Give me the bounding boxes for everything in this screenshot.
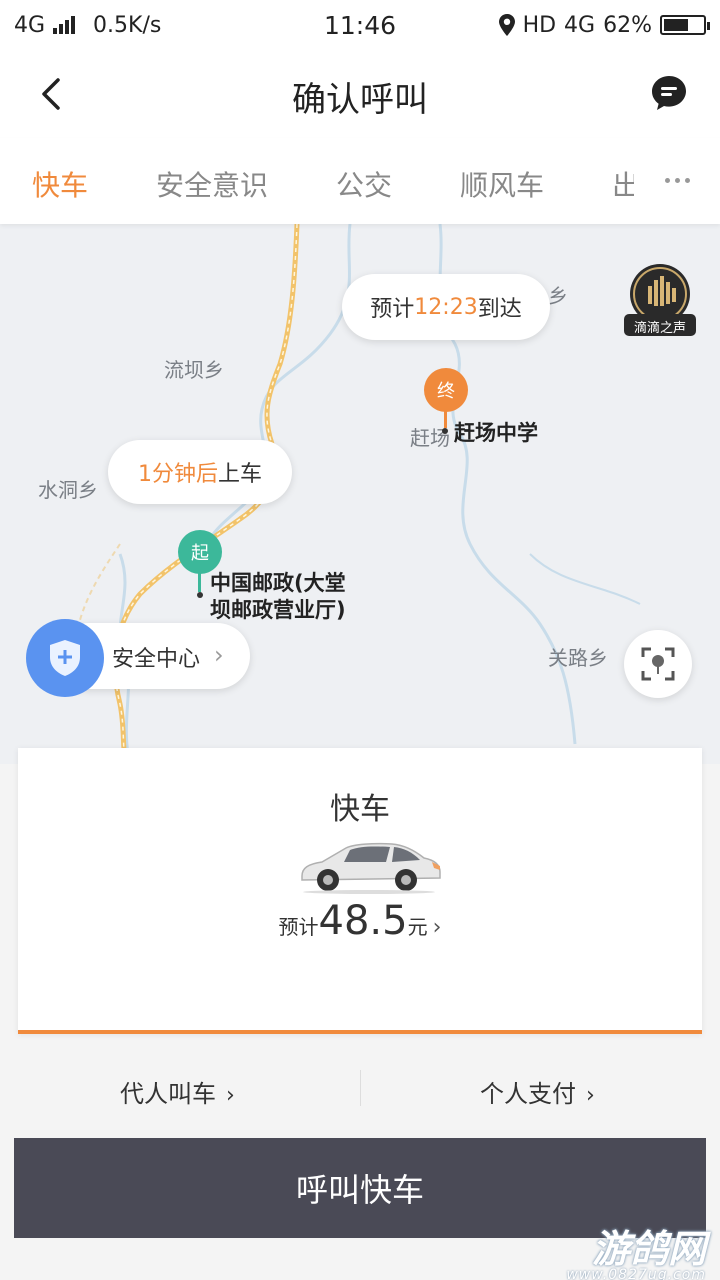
price-estimate[interactable]: 预计48.5元 › (18, 898, 702, 944)
safety-center-label: 安全中心 (112, 647, 201, 672)
service-tabs: 快车 安全意识 公交 顺风车 出 (0, 138, 720, 224)
end-pin-dot (442, 428, 448, 434)
payment-label: 个人支付 (480, 1080, 576, 1108)
end-pin-stem (444, 410, 447, 428)
tab-taxi[interactable]: 出 (612, 164, 634, 204)
signal-icon (53, 16, 76, 34)
page-title: 确认呼叫 (292, 80, 428, 120)
shield-icon (26, 619, 104, 697)
eta-prefix: 预计 (370, 297, 415, 322)
tab-safety-awareness[interactable]: 安全意识 (156, 164, 268, 204)
map-label-shuidong: 水洞乡 (38, 478, 98, 502)
message-icon[interactable] (650, 74, 688, 112)
pickup-bubble: 1分钟后 上车 (108, 440, 292, 504)
watermark-title: 游鸽网 (591, 1227, 706, 1271)
map-label-xiang: 乡 (548, 284, 568, 308)
network-type-right: 4G (564, 12, 596, 38)
title-bar: 确认呼叫 (0, 50, 720, 138)
start-place-name: 中国邮政(大堂 坝邮政营业厅) (210, 570, 346, 624)
chevron-right-icon: › (226, 1083, 235, 1108)
eta-bubble: 预计 12:23 到达 (342, 274, 550, 340)
status-bar: 4G 0.5K/s 11:46 HD 4G 62% (0, 0, 720, 50)
start-place-line1: 中国邮政(大堂 (210, 571, 346, 595)
locate-button[interactable] (624, 630, 692, 698)
chevron-right-icon: › (586, 1083, 595, 1108)
car-type-label: 快车 (330, 792, 390, 827)
clock: 11:46 (323, 10, 397, 40)
end-pin: 终 (424, 368, 468, 412)
proxy-call-option[interactable]: 代人叫车 › (120, 1074, 235, 1109)
options-divider (360, 1070, 361, 1106)
eta-time: 12:23 (414, 294, 478, 320)
car-icon (301, 842, 441, 894)
locate-icon (641, 647, 675, 681)
price-unit: 元 (407, 915, 428, 939)
battery-icon (660, 15, 710, 35)
start-pin-dot (197, 592, 203, 598)
location-icon (498, 14, 515, 36)
watermark: 游鸽网 www.0827ug.com (566, 1218, 706, 1280)
ride-options: 代人叫车 › 个人支付 › (0, 1060, 720, 1120)
more-icon[interactable] (665, 178, 690, 183)
ride-option-card[interactable]: 快车 预计48.5元 › (18, 748, 702, 1034)
start-pin-stem (198, 572, 201, 592)
chevron-right-icon: › (214, 641, 224, 669)
chevron-right-icon: › (432, 915, 442, 940)
tab-express[interactable]: 快车 (32, 164, 88, 204)
price-value: 48.5 (318, 898, 408, 944)
safety-center-button[interactable]: 安全中心 › (26, 619, 250, 697)
tab-carpool[interactable]: 顺风车 (460, 164, 544, 204)
map-view[interactable]: 流坝乡 水洞乡 关路乡 乡 赶场 预计 12:23 到达 终 赶场中学 1分钟后 上车… (0, 224, 720, 764)
voice-badge-label: 滴滴之声 (633, 321, 686, 336)
proxy-call-label: 代人叫车 (120, 1080, 216, 1108)
didi-voice-badge[interactable]: 滴滴之声 (624, 262, 696, 338)
tab-bus[interactable]: 公交 (336, 164, 392, 204)
network-type: 4G (14, 12, 46, 38)
map-label-guanlu: 关路乡 (548, 646, 608, 670)
payment-option[interactable]: 个人支付 › (480, 1074, 595, 1109)
watermark-url: www.0827ug.com (566, 1267, 706, 1280)
hd-indicator: HD (522, 12, 557, 38)
end-place-name: 赶场中学 (454, 421, 538, 445)
eta-suffix: 到达 (477, 297, 522, 322)
pickup-time: 1分钟后 (137, 462, 218, 487)
network-speed: 0.5K/s (93, 12, 162, 38)
battery-percent: 62% (603, 12, 652, 38)
pickup-suffix: 上车 (217, 462, 262, 487)
start-pin: 起 (178, 530, 222, 574)
price-prefix: 预计 (278, 915, 319, 939)
map-label-liuba: 流坝乡 (164, 358, 224, 382)
